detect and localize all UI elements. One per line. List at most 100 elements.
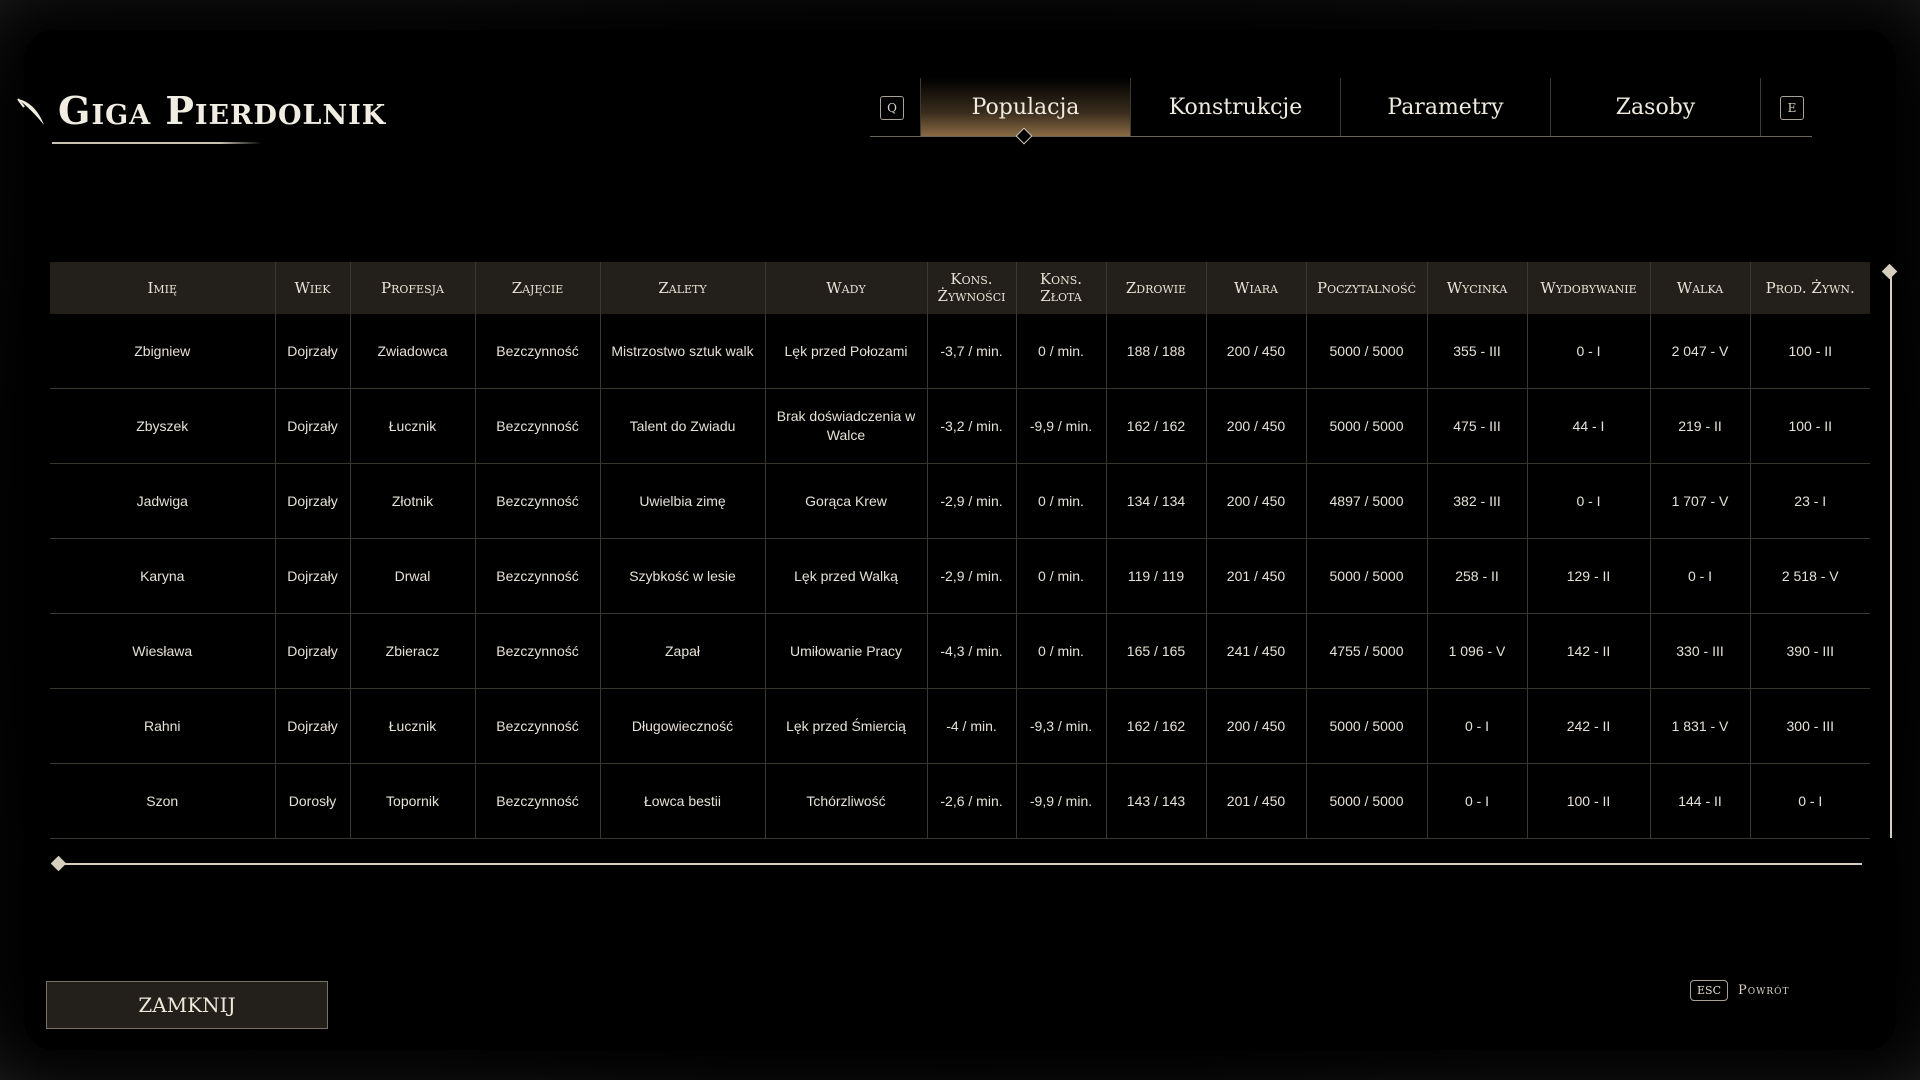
- column-header[interactable]: Wiek: [274, 262, 350, 314]
- table-cell: Umiłowanie Pracy: [764, 613, 927, 689]
- table-cell: 2 047 - V: [1649, 314, 1750, 389]
- table-cell: 242 - II: [1526, 688, 1650, 764]
- table-cell: 0 - I: [1526, 463, 1650, 539]
- table-cell: -4 / min.: [926, 688, 1016, 764]
- column-header[interactable]: Wycinka: [1426, 262, 1527, 314]
- table-cell: 142 - II: [1526, 613, 1650, 689]
- table-cell: 1 707 - V: [1649, 463, 1750, 539]
- column-header[interactable]: Imię: [50, 262, 275, 314]
- table-cell: 5000 / 5000: [1305, 388, 1427, 464]
- column-header[interactable]: Zajęcie: [474, 262, 600, 314]
- table-cell: 0 / min.: [1015, 463, 1106, 539]
- table-row[interactable]: Szon Dorosły Topornik Bezczynność Łowca best…: [50, 763, 1870, 839]
- table-cell: -9,9 / min.: [1015, 763, 1106, 839]
- table-cell: -3,7 / min.: [926, 314, 1016, 389]
- table-cell: Topornik: [349, 763, 475, 839]
- table-cell: 4897 / 5000: [1305, 463, 1427, 539]
- table-cell: Lęk przed Połozami: [764, 314, 927, 389]
- table-cell: Zwiadowca: [349, 314, 475, 389]
- tab-populacja[interactable]: Populacja: [921, 78, 1130, 136]
- table-cell: -9,3 / min.: [1015, 688, 1106, 764]
- table-cell: Dorosły: [274, 763, 350, 839]
- table-cell: Dojrzały: [274, 613, 350, 689]
- table-cell: 2 518 - V: [1749, 538, 1870, 614]
- table-cell: 355 - III: [1426, 314, 1527, 389]
- table-cell: 382 - III: [1426, 463, 1527, 539]
- table-cell: 23 - I: [1749, 463, 1870, 539]
- table-cell: 100 - II: [1526, 763, 1650, 839]
- table-cell: Talent do Zwiadu: [599, 388, 765, 464]
- table-cell: 100 - II: [1749, 314, 1870, 389]
- column-header[interactable]: Prod. Żywn.: [1749, 262, 1870, 314]
- population-table: Imię Wiek Profesja Zajęcie Zalety Wady K…: [50, 262, 1870, 839]
- table-cell: 200 / 450: [1205, 463, 1306, 539]
- table-row[interactable]: Wiesława Dojrzały Zbieracz Bezczynność Zapał…: [50, 613, 1870, 689]
- prev-tab-key[interactable]: Q: [880, 96, 904, 120]
- title-text: Giga Pierdolnik: [58, 88, 387, 133]
- table-cell: 0 / min.: [1015, 613, 1106, 689]
- back-hint[interactable]: ESC Powrót: [1690, 980, 1790, 1001]
- column-header[interactable]: Kons. Złota: [1015, 262, 1106, 314]
- table-cell: 0 - I: [1526, 314, 1650, 389]
- tab-zasoby[interactable]: Zasoby: [1551, 78, 1760, 136]
- tab-parametry[interactable]: Parametry: [1341, 78, 1550, 136]
- column-header[interactable]: Wydobywanie: [1526, 262, 1650, 314]
- table-cell: 188 / 188: [1105, 314, 1206, 389]
- table-cell: 0 - I: [1426, 763, 1527, 839]
- table-cell: 119 / 119: [1105, 538, 1206, 614]
- table-cell: 330 - III: [1649, 613, 1750, 689]
- table-row[interactable]: Jadwiga Dojrzały Złotnik Bezczynność Uwielbi…: [50, 463, 1870, 539]
- column-header[interactable]: Zdrowie: [1105, 262, 1206, 314]
- table-body: Zbigniew Dojrzały Zwiadowca Bezczynność Mist…: [50, 314, 1870, 839]
- table-cell: Lęk przed Walką: [764, 538, 927, 614]
- column-header[interactable]: Zalety: [599, 262, 765, 314]
- quill-icon: [17, 97, 44, 125]
- table-cell: Szybkość w lesie: [599, 538, 765, 614]
- table-cell: 5000 / 5000: [1305, 314, 1427, 389]
- table-cell: 0 - I: [1649, 538, 1750, 614]
- table-cell: -4,3 / min.: [926, 613, 1016, 689]
- table-cell: Wiesława: [50, 613, 275, 689]
- table-cell: Długowieczność: [599, 688, 765, 764]
- table-cell: Drwal: [349, 538, 475, 614]
- table-cell: 162 / 162: [1105, 388, 1206, 464]
- column-header[interactable]: Wiara: [1205, 262, 1306, 314]
- next-tab-key[interactable]: E: [1780, 96, 1804, 120]
- table-cell: Zbyszek: [50, 388, 275, 464]
- table-cell: 200 / 450: [1205, 688, 1306, 764]
- table-cell: Lęk przed Śmiercią: [764, 688, 927, 764]
- table-cell: -2,9 / min.: [926, 538, 1016, 614]
- table-cell: Bezczynność: [474, 688, 600, 764]
- column-header[interactable]: Wady: [764, 262, 927, 314]
- table-cell: 4755 / 5000: [1305, 613, 1427, 689]
- table-cell: Rahni: [50, 688, 275, 764]
- horizontal-scrollbar[interactable]: [58, 863, 1862, 865]
- table-cell: Tchórzliwość: [764, 763, 927, 839]
- esc-key-icon: ESC: [1690, 980, 1728, 1001]
- column-header[interactable]: Poczytalność: [1305, 262, 1427, 314]
- table-cell: Zbigniew: [50, 314, 275, 389]
- tab-konstrukcje[interactable]: Konstrukcje: [1131, 78, 1340, 136]
- table-row[interactable]: Rahni Dojrzały Łucznik Bezczynność Długowiec…: [50, 688, 1870, 764]
- table-row[interactable]: Zbyszek Dojrzały Łucznik Bezczynność Talent …: [50, 388, 1870, 464]
- table-cell: Mistrzostwo sztuk walk: [599, 314, 765, 389]
- table-cell: Dojrzały: [274, 688, 350, 764]
- column-header[interactable]: Walka: [1649, 262, 1750, 314]
- table-row[interactable]: Karyna Dojrzały Drwal Bezczynność Szybkość w…: [50, 538, 1870, 614]
- table-cell: 201 / 450: [1205, 538, 1306, 614]
- table-cell: 5000 / 5000: [1305, 538, 1427, 614]
- vertical-scrollbar[interactable]: [1890, 270, 1892, 838]
- table-cell: Łucznik: [349, 388, 475, 464]
- page-title: Giga Pierdolnik: [14, 88, 386, 133]
- column-header[interactable]: Kons. Żywności: [926, 262, 1016, 314]
- table-cell: 0 / min.: [1015, 538, 1106, 614]
- close-button[interactable]: ZAMKNIJ: [46, 981, 328, 1029]
- table-cell: 475 - III: [1426, 388, 1527, 464]
- column-header[interactable]: Profesja: [349, 262, 475, 314]
- table-cell: 144 - II: [1649, 763, 1750, 839]
- table-cell: 1 831 - V: [1649, 688, 1750, 764]
- table-cell: Bezczynność: [474, 763, 600, 839]
- table-cell: Bezczynność: [474, 613, 600, 689]
- table-cell: 200 / 450: [1205, 388, 1306, 464]
- table-row[interactable]: Zbigniew Dojrzały Zwiadowca Bezczynność Mist…: [50, 314, 1870, 389]
